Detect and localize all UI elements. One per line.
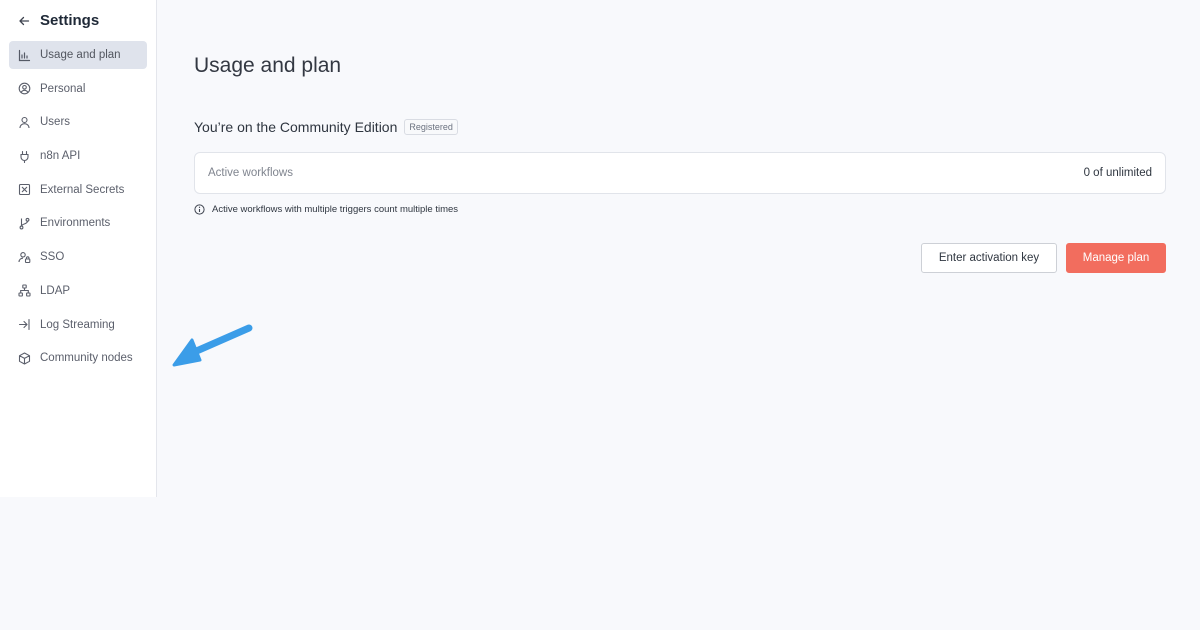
settings-sidebar: Settings Usage and plan Personal Users n…	[0, 0, 157, 497]
usage-note-text: Active workflows with multiple triggers …	[212, 204, 459, 215]
edition-row: You’re on the Community Edition Register…	[194, 119, 458, 135]
network-icon	[18, 284, 31, 297]
sidebar-item-users[interactable]: Users	[9, 108, 147, 136]
sidebar-item-label: LDAP	[40, 284, 71, 297]
active-workflows-label: Active workflows	[208, 167, 293, 179]
plug-icon	[18, 150, 31, 163]
sidebar-item-sso[interactable]: SSO	[9, 243, 147, 271]
user-icon	[18, 116, 31, 129]
page-title: Usage and plan	[194, 54, 342, 77]
user-lock-icon	[18, 251, 31, 264]
sidebar-item-personal[interactable]: Personal	[9, 75, 147, 103]
sidebar-item-label: SSO	[40, 251, 65, 264]
usage-card: Active workflows 0 of unlimited	[194, 152, 1166, 194]
settings-page: Settings Usage and plan Personal Users n…	[0, 0, 1200, 630]
enter-activation-key-button[interactable]: Enter activation key	[921, 243, 1057, 273]
sidebar-item-label: Environments	[40, 217, 111, 230]
sidebar-item-n8n-api[interactable]: n8n API	[9, 142, 147, 170]
sidebar-item-label: n8n API	[40, 150, 81, 163]
git-branch-icon	[18, 217, 31, 230]
sidebar-item-label: Usage and plan	[40, 49, 121, 61]
sidebar-item-label: Personal	[40, 82, 86, 95]
sidebar-item-label: Users	[40, 116, 71, 129]
sidebar-item-log-streaming[interactable]: Log Streaming	[9, 311, 147, 339]
annotation-arrow-icon	[172, 324, 253, 367]
arrow-left-icon[interactable]	[18, 14, 30, 26]
manage-plan-button[interactable]: Manage plan	[1066, 243, 1166, 273]
user-circle-icon	[18, 82, 31, 95]
sidebar-item-ldap[interactable]: LDAP	[9, 277, 147, 305]
usage-note: Active workflows with multiple triggers …	[194, 204, 458, 215]
edition-text: You’re on the Community Edition	[194, 119, 398, 135]
sidebar-item-usage-and-plan[interactable]: Usage and plan	[9, 41, 147, 69]
settings-nav: Usage and plan Personal Users n8n API Ex…	[9, 41, 147, 378]
sidebar-item-environments[interactable]: Environments	[9, 209, 147, 237]
sidebar-item-external-secrets[interactable]: External Secrets	[9, 176, 147, 204]
sidebar-title: Settings	[40, 11, 100, 29]
sidebar-item-label: Log Streaming	[40, 318, 115, 331]
sign-in-icon	[18, 318, 31, 331]
back-to-app[interactable]: Settings	[18, 10, 99, 30]
active-workflows-value: 0 of unlimited	[1083, 167, 1152, 179]
cube-icon	[18, 352, 31, 365]
info-icon	[194, 204, 205, 215]
registered-badge: Registered	[404, 119, 458, 135]
sidebar-item-community-nodes[interactable]: Community nodes	[9, 344, 147, 372]
vault-icon	[18, 183, 31, 196]
sidebar-item-label: External Secrets	[40, 183, 125, 196]
sidebar-item-label: Community nodes	[40, 352, 133, 365]
bar-chart-icon	[18, 49, 31, 62]
